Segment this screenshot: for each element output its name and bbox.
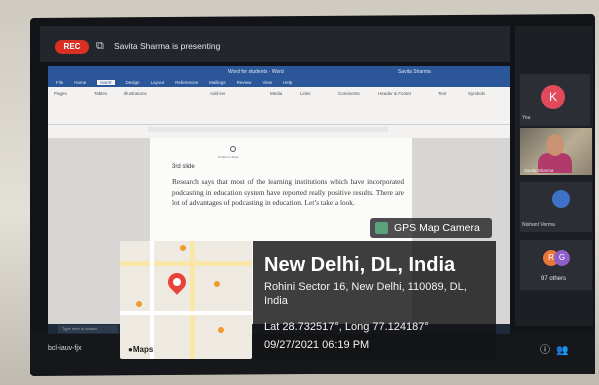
maps-label: Maps	[132, 345, 154, 354]
word-titlebar: Word for students · Word Savita Sharma	[48, 66, 510, 78]
tab-help[interactable]: Help	[283, 80, 292, 85]
location-pin-icon	[230, 146, 236, 152]
gps-camera-icon	[375, 222, 388, 234]
map-road	[150, 241, 154, 359]
nishant-label: Nishant Verma	[522, 222, 555, 228]
tab-references[interactable]: References	[175, 80, 198, 85]
tab-design[interactable]: Design	[126, 80, 140, 85]
avatar-k: K	[541, 85, 565, 109]
ribbon-group-addins[interactable]: Add-ins	[210, 91, 225, 96]
meeting-code: bcl-iauv-fjx	[48, 345, 82, 352]
document-paragraph: Research says that most of the learning …	[172, 177, 404, 208]
ribbon-group-tables[interactable]: Tables	[94, 91, 107, 96]
ribbon-group-media[interactable]: Media	[270, 91, 282, 96]
map-poi	[218, 327, 224, 333]
meet-top-bar	[40, 26, 510, 62]
ribbon-group-symbols[interactable]: Symbols	[468, 91, 485, 96]
present-screen-icon: ⧉	[96, 40, 104, 52]
gps-datetime: 09/27/2021 06:19 PM	[264, 339, 370, 351]
ribbon-group-links[interactable]: Links	[300, 91, 311, 96]
gps-address: Rohini Sector 16, New Delhi, 110089, DL,…	[264, 281, 467, 307]
rec-badge: REC	[55, 40, 89, 54]
tab-view[interactable]: View	[262, 80, 272, 85]
gps-city: New Delhi, DL, India	[264, 254, 456, 276]
presenter-name: Savita Sharma	[524, 168, 554, 173]
map-road	[120, 261, 252, 266]
map-thumbnail: ●Maps	[120, 241, 252, 359]
avatar-g: G	[554, 250, 570, 266]
map-poi	[136, 301, 142, 307]
ribbon-group-text[interactable]: Text	[438, 91, 446, 96]
tab-file[interactable]: File	[56, 80, 63, 85]
map-poi	[180, 245, 186, 251]
map-pin-icon	[164, 269, 190, 295]
word-title: Word for students · Word	[228, 69, 284, 75]
gps-header: GPS Map Camera	[370, 218, 492, 238]
you-label: You	[522, 115, 531, 121]
tab-layout[interactable]: Layout	[151, 80, 165, 85]
info-icon[interactable]: ⓘ	[540, 345, 556, 356]
tab-review[interactable]: Review	[237, 80, 252, 85]
ruler	[148, 127, 388, 132]
ribbon: Pages Tables Illustrations Add-ins Media…	[48, 87, 510, 125]
gps-coordinates: Lat 28.732517°, Long 77.124187°	[264, 321, 429, 333]
taskbar-search[interactable]: Type here to search	[58, 325, 118, 333]
map-road	[190, 241, 195, 359]
ribbon-tabs: File Home Insert Design Layout Reference…	[48, 78, 510, 87]
others-tile[interactable]	[520, 240, 592, 290]
ribbon-group-header-footer[interactable]: Header & Footer	[378, 91, 411, 96]
people-icon[interactable]: 👥	[556, 345, 574, 356]
tab-insert[interactable]: Insert	[97, 80, 115, 85]
others-count: 97 others	[541, 276, 567, 282]
map-poi	[214, 281, 220, 287]
ribbon-group-illustrations[interactable]: Illustrations	[124, 91, 147, 96]
presenting-label: Savita Sharma is presenting	[114, 41, 221, 51]
bottom-controls: ⓘ👥	[540, 341, 574, 356]
pin-caption: Profile for Meet	[218, 155, 239, 159]
maps-logo: ●Maps	[128, 345, 153, 354]
word-user-name: Savita Sharma	[398, 69, 431, 75]
tab-home[interactable]: Home	[74, 80, 86, 85]
presenter-face	[546, 134, 564, 156]
tab-mailings[interactable]: Mailings	[209, 80, 226, 85]
map-road	[120, 311, 252, 315]
ribbon-group-pages[interactable]: Pages	[54, 91, 67, 96]
ribbon-group-comments[interactable]: Comments	[338, 91, 360, 96]
slide-label: 3rd slide	[172, 164, 195, 170]
avatar-nishant	[552, 190, 570, 208]
